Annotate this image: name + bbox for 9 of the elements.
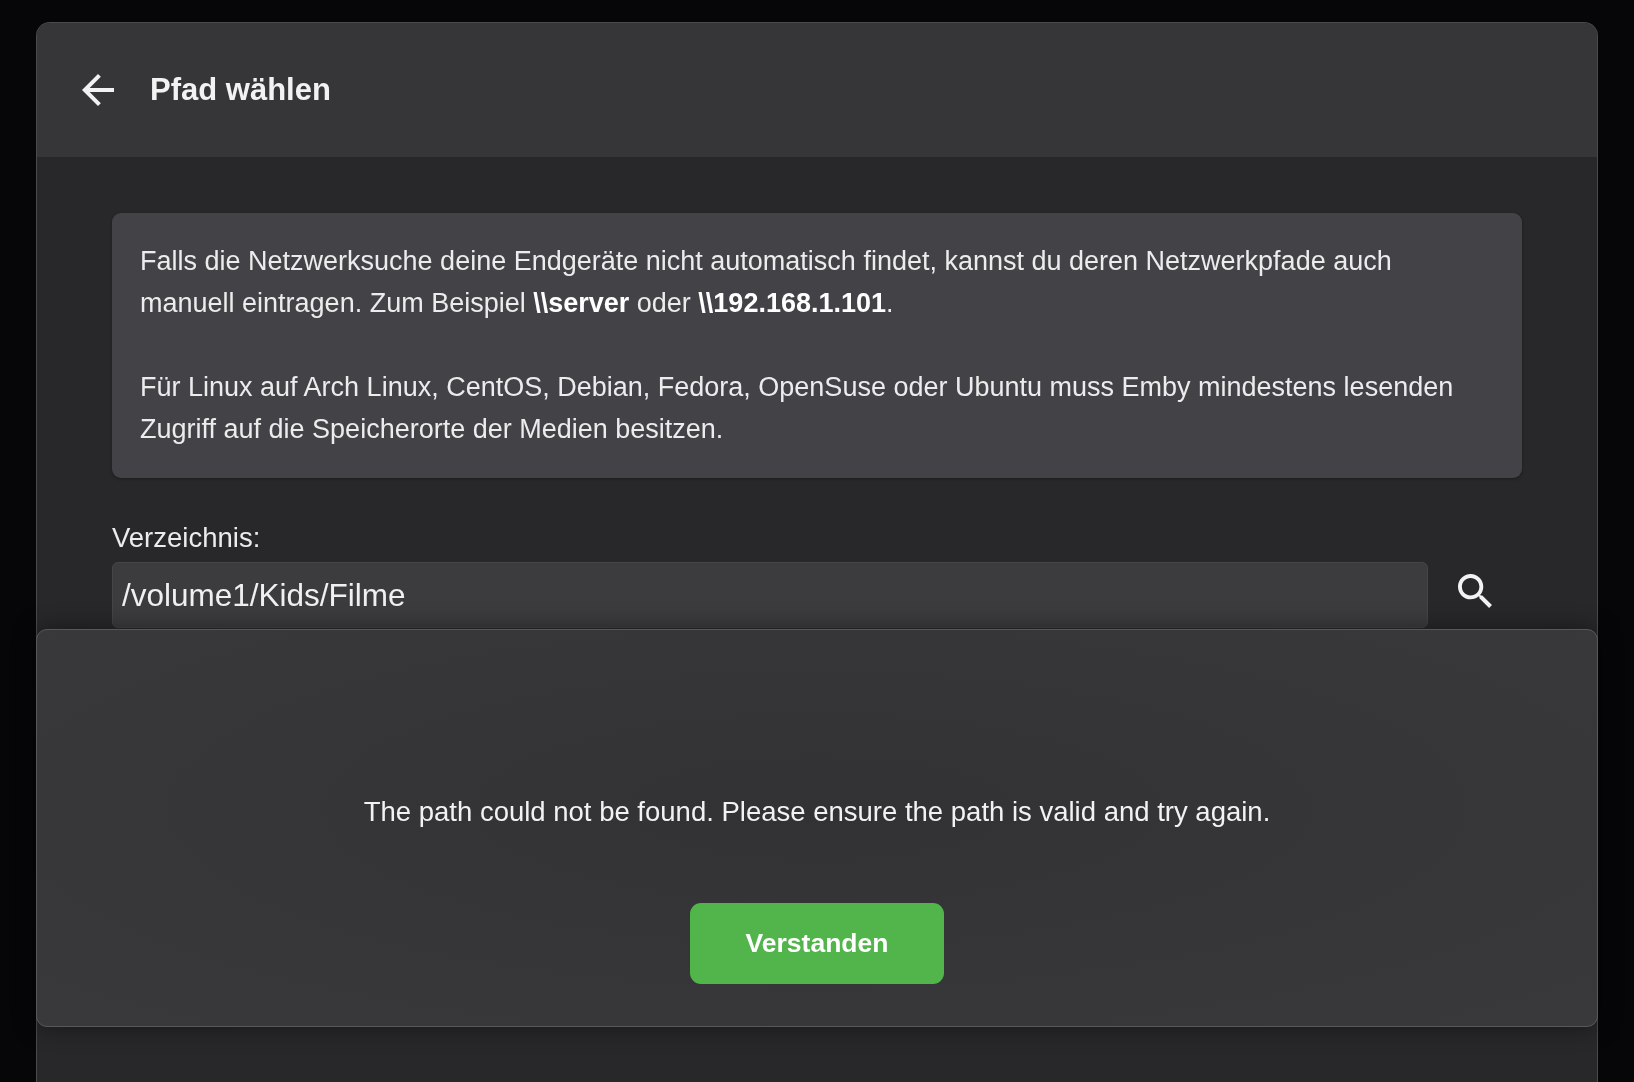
info-paragraph: Für Linux auf Arch Linux, CentOS, Debian, Fedora, OpenSuse oder Ubuntu muss Emby mindestens lesenden Zugriff auf die Speicherorte der Medien besitzen. [140,371,1455,446]
arrow-left-icon [82,74,114,106]
page-title: Pfad wählen [150,72,331,108]
info-paragraph: Falls die Netzwerksuche deine Endgeräte nicht automatisch findet, kannst du deren Netzwerkpfade auch manuell eintragen. Zum Beispiel \\server oder \\192.168.1.101. [140,245,1393,320]
directory-input[interactable]: /volume1/Kids/Filme [112,562,1428,628]
back-button[interactable] [82,74,114,106]
directory-label: Verzeichnis: [112,523,261,553]
search-icon [1458,574,1492,608]
alert-message: The path could not be found. Please ensure the path is valid and try again. [363,796,1271,828]
